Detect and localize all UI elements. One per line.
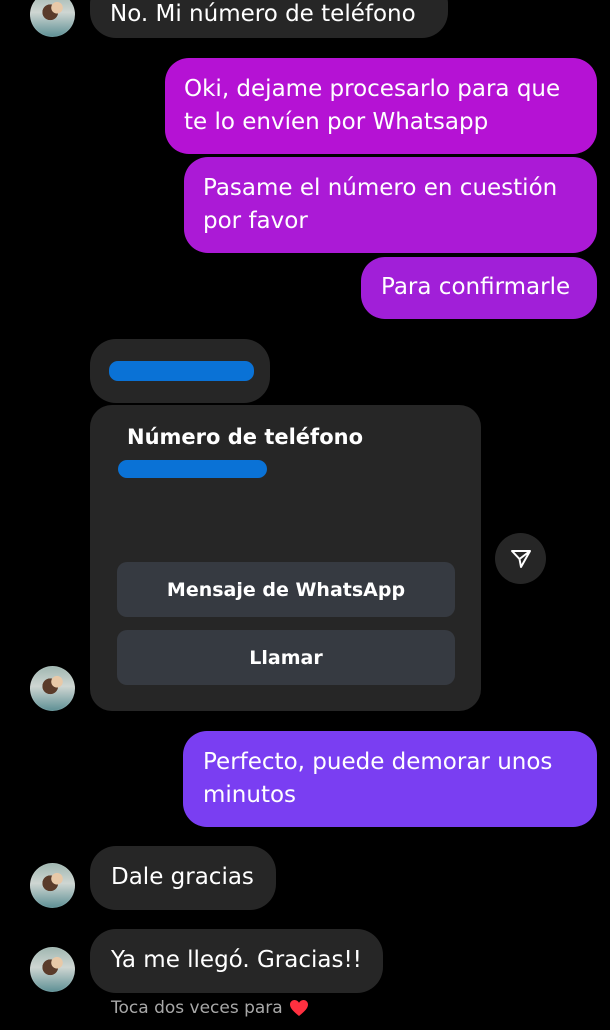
message-text-line: Oki, dejame procesarlo para que xyxy=(184,76,561,102)
double-tap-hint: Toca dos veces para xyxy=(111,998,309,1018)
outgoing-message[interactable]: Para confirmarle xyxy=(361,257,597,319)
message-text-line: Perfecto, puede demorar unos xyxy=(203,749,553,775)
outgoing-message[interactable]: Pasame el número en cuestión por favor xyxy=(184,157,597,253)
message-text-line: Pasame el número en cuestión xyxy=(203,175,558,201)
card-title: Número de teléfono xyxy=(127,425,363,449)
message-text: Dale gracias xyxy=(111,864,254,890)
chat-thread: No. Mi número de teléfono Oki, dejame pr… xyxy=(0,0,610,1030)
incoming-message[interactable]: Ya me llegó. Gracias!! xyxy=(90,929,383,993)
heart-icon xyxy=(289,1000,308,1016)
contact-avatar[interactable] xyxy=(30,863,75,908)
message-text-line: minutos xyxy=(203,782,297,808)
button-label: Llamar xyxy=(249,646,323,669)
incoming-message-redacted[interactable] xyxy=(90,339,270,403)
redacted-number xyxy=(109,361,254,381)
contact-avatar[interactable] xyxy=(30,947,75,992)
phone-contact-card[interactable]: Número de teléfono Mensaje de WhatsApp L… xyxy=(90,405,481,711)
outgoing-message[interactable]: Perfecto, puede demorar unos minutos xyxy=(183,731,597,827)
message-text: Ya me llegó. Gracias!! xyxy=(111,947,362,973)
whatsapp-message-button[interactable]: Mensaje de WhatsApp xyxy=(117,562,455,617)
message-text: No. Mi número de teléfono xyxy=(110,1,416,27)
message-text-line: por favor xyxy=(203,208,308,234)
message-text: Para confirmarle xyxy=(381,274,571,300)
hint-text: Toca dos veces para xyxy=(111,998,283,1018)
send-icon xyxy=(510,549,531,568)
outgoing-message[interactable]: Oki, dejame procesarlo para que te lo en… xyxy=(165,58,597,154)
contact-avatar[interactable] xyxy=(30,666,75,711)
redacted-phone-number xyxy=(118,460,267,478)
share-button[interactable] xyxy=(495,533,546,584)
incoming-message[interactable]: No. Mi número de teléfono xyxy=(90,0,448,38)
incoming-message[interactable]: Dale gracias xyxy=(90,846,276,910)
call-button[interactable]: Llamar xyxy=(117,630,455,685)
message-text-line: te lo envíen por Whatsapp xyxy=(184,109,489,135)
contact-avatar[interactable] xyxy=(30,0,75,37)
button-label: Mensaje de WhatsApp xyxy=(166,578,406,601)
